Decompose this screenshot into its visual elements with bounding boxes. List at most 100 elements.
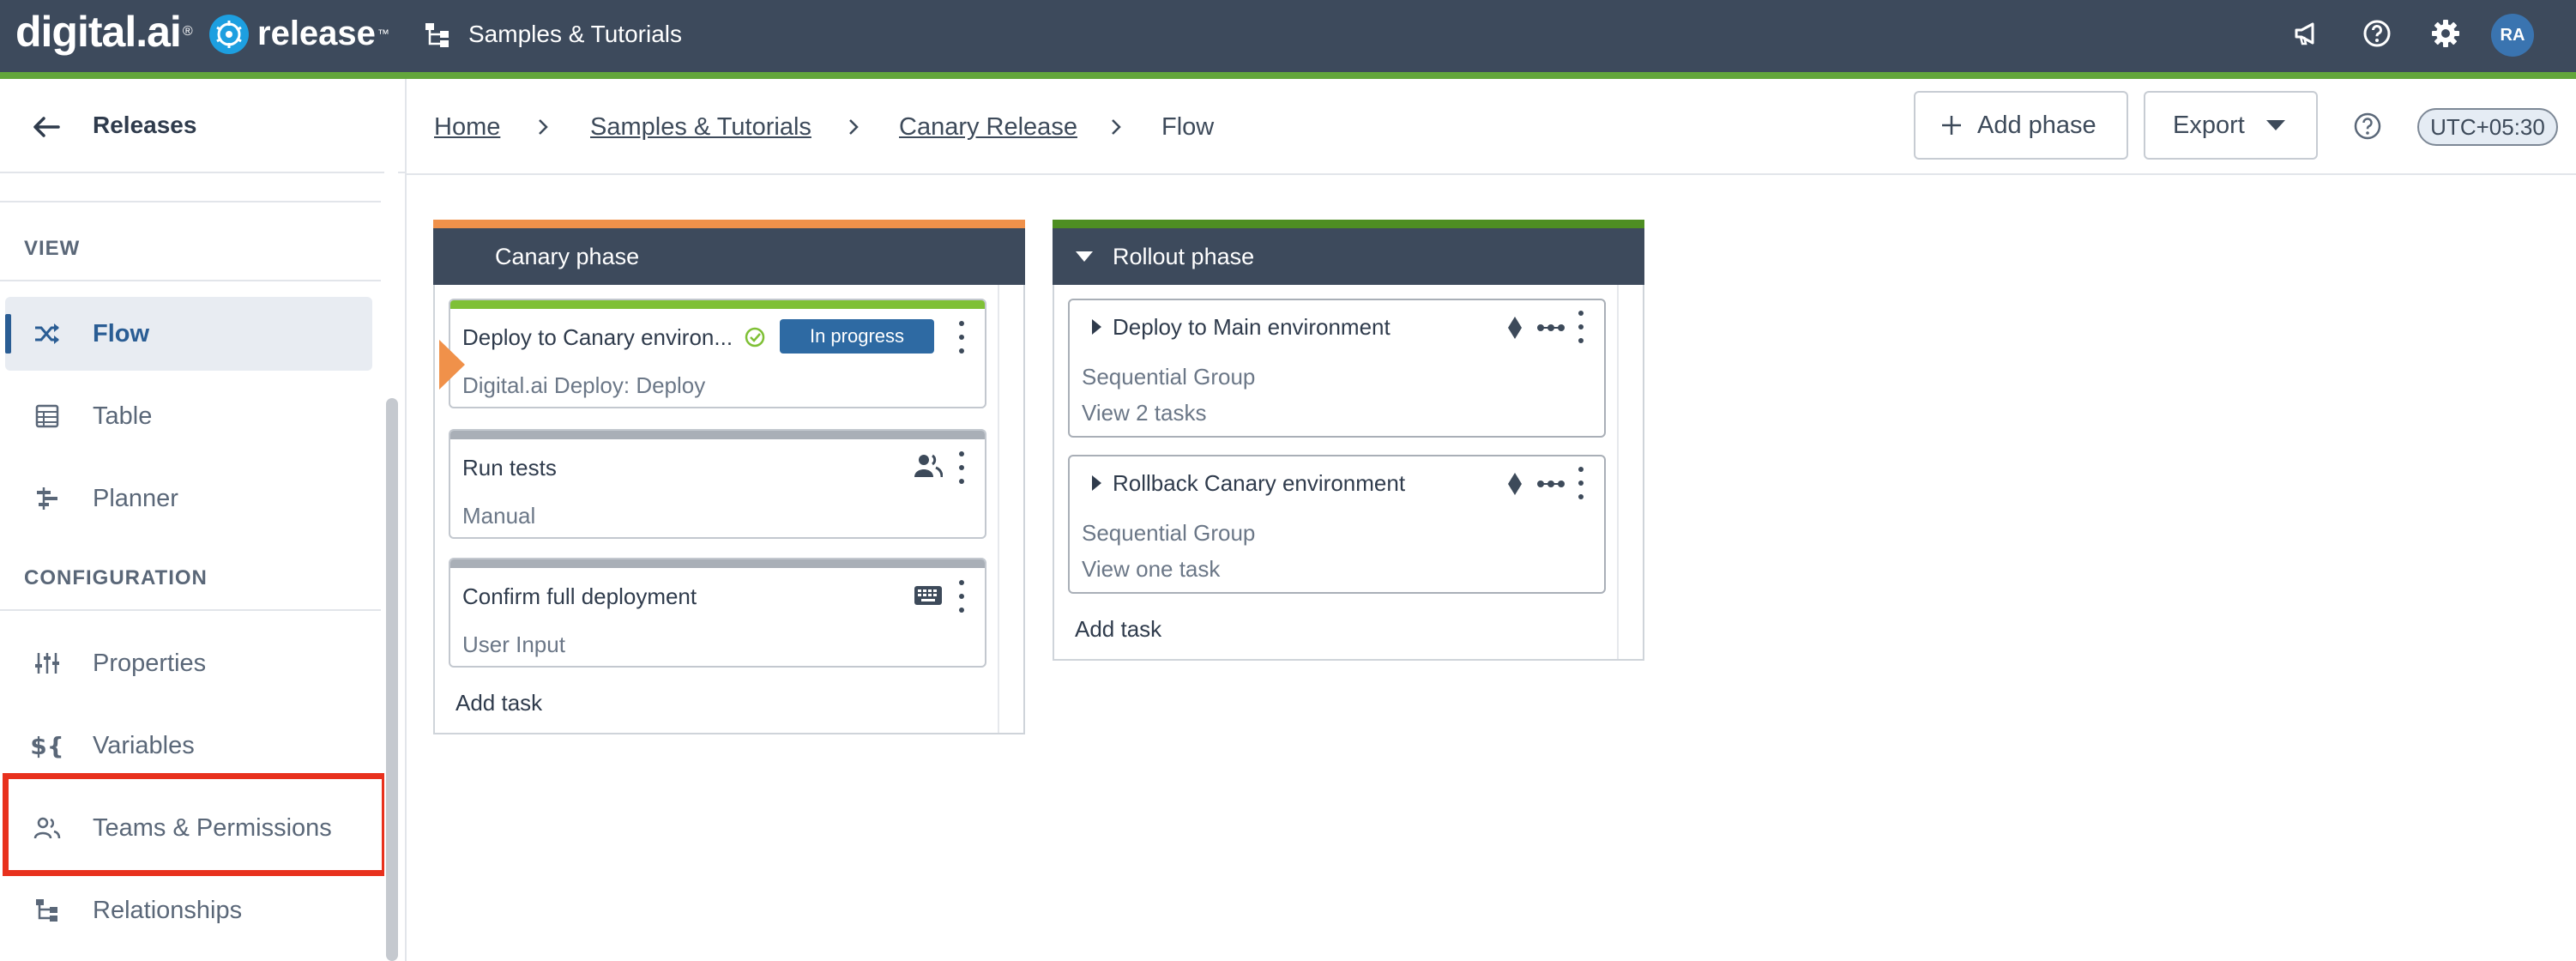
- sidebar-scrollbar-thumb[interactable]: [386, 398, 398, 961]
- sidebar-item-flow[interactable]: Flow: [5, 297, 372, 371]
- breadcrumb-release[interactable]: Canary Release: [899, 110, 1077, 144]
- phase-color-bar: [433, 220, 1025, 228]
- task-status-bar: [450, 431, 985, 439]
- task-card[interactable]: Deploy to Canary environ... In progress …: [449, 299, 986, 408]
- add-phase-label: Add phase: [1977, 111, 2096, 139]
- phase-column: Canary phase Deploy to Canary environ...…: [433, 220, 1025, 734]
- task-card[interactable]: Confirm full deployment User Input: [449, 558, 986, 668]
- plus-icon: [1942, 116, 1961, 135]
- add-phase-button[interactable]: Add phase: [1914, 91, 2128, 160]
- deploy-check-icon: [745, 327, 765, 348]
- sliders-icon: [33, 650, 62, 677]
- task-title[interactable]: Deploy to Main environment: [1113, 314, 1391, 341]
- sidebar-divider: [0, 201, 381, 202]
- more-vert-icon[interactable]: [957, 321, 966, 354]
- diamond-icon: [1508, 317, 1522, 339]
- folder-title[interactable]: Samples & Tutorials: [468, 15, 682, 53]
- sidebar-item-planner[interactable]: Planner: [5, 462, 372, 535]
- sidebar-item-label: Properties: [93, 649, 207, 677]
- sidebar-item-label: Planner: [93, 484, 178, 512]
- status-badge: In progress: [780, 319, 934, 354]
- planner-icon: [33, 485, 62, 512]
- timezone-badge[interactable]: UTC+05:30: [2417, 108, 2558, 146]
- task-type: Digital.ai Deploy: Deploy: [462, 372, 706, 398]
- collapse-caret-icon[interactable]: [1075, 251, 1094, 263]
- task-title[interactable]: Deploy to Canary environ...: [462, 324, 733, 351]
- group-task-card[interactable]: Rollback Canary environment Sequential G…: [1068, 455, 1606, 594]
- sidebar-item-label: Variables: [93, 731, 195, 759]
- more-vert-icon[interactable]: [957, 451, 966, 484]
- add-task-link[interactable]: Add task: [455, 690, 542, 716]
- chevron-right-icon: [1105, 112, 1127, 142]
- variables-icon: ${: [30, 731, 64, 760]
- sidebar-divider: [0, 280, 381, 281]
- sidebar-header: Releases: [0, 79, 407, 173]
- sidebar-divider: [0, 609, 381, 611]
- keyboard-icon: [914, 586, 942, 605]
- more-vert-icon[interactable]: [1577, 467, 1585, 499]
- task-type: Manual: [462, 503, 536, 529]
- add-task-link[interactable]: Add task: [1075, 616, 1161, 643]
- current-task-marker-icon: [439, 340, 465, 390]
- group-task-card[interactable]: Deploy to Main environment Sequential Gr…: [1068, 299, 1606, 438]
- breadcrumb-folder[interactable]: Samples & Tutorials: [590, 110, 811, 144]
- view-tasks-link[interactable]: View one task: [1082, 556, 1220, 583]
- more-vert-icon[interactable]: [1577, 311, 1585, 343]
- shuffle-icon: [33, 320, 62, 348]
- help-icon[interactable]: [2361, 17, 2393, 50]
- back-arrow-icon[interactable]: [31, 112, 62, 142]
- digitalai-logo[interactable]: digital.ai ®: [15, 2, 193, 62]
- view-tasks-link[interactable]: View 2 tasks: [1082, 400, 1206, 426]
- breadcrumb-current: Flow: [1161, 113, 1215, 141]
- chevron-right-icon: [842, 112, 865, 142]
- phase-title[interactable]: Canary phase: [495, 242, 639, 271]
- task-title[interactable]: Rollback Canary environment: [1113, 470, 1405, 497]
- sidebar: Releases VIEW Flow Table Planner CONFIGU…: [0, 79, 407, 961]
- manual-users-icon: [914, 454, 943, 478]
- phase-header[interactable]: Canary phase: [433, 228, 1025, 285]
- sidebar-item-properties[interactable]: Properties: [5, 626, 372, 700]
- task-status-bar: [450, 559, 985, 568]
- more-vert-icon[interactable]: [957, 580, 966, 613]
- chevron-right-icon: [532, 112, 554, 142]
- phase-header[interactable]: Rollout phase: [1053, 228, 1644, 285]
- sidebar-item-variables[interactable]: ${ Variables: [5, 709, 372, 783]
- announcement-icon[interactable]: [2290, 17, 2323, 50]
- phase-title[interactable]: Rollout phase: [1113, 242, 1254, 271]
- task-type: Sequential Group: [1082, 364, 1256, 390]
- export-button[interactable]: Export: [2144, 91, 2318, 160]
- expand-caret-icon[interactable]: [1092, 475, 1101, 491]
- sidebar-item-relationships[interactable]: Relationships: [5, 873, 372, 947]
- table-icon: [33, 402, 62, 430]
- sidebar-item-label: Flow: [93, 319, 150, 348]
- user-avatar[interactable]: RA: [2491, 14, 2534, 57]
- task-title[interactable]: Run tests: [462, 455, 557, 481]
- phase-scrollbar[interactable]: [998, 285, 1023, 733]
- release-logo-text[interactable]: release ™: [257, 3, 389, 63]
- task-status-bar: [450, 300, 985, 309]
- sequential-dots-icon: [1537, 480, 1565, 487]
- variables-highlight-box: [3, 773, 388, 876]
- page-help-icon[interactable]: [2351, 110, 2384, 142]
- phase-column: Rollout phase Deploy to Main environment…: [1053, 220, 1644, 661]
- sidebar-title[interactable]: Releases: [93, 108, 196, 142]
- sequential-dots-icon: [1537, 324, 1565, 331]
- diamond-icon: [1508, 473, 1522, 495]
- topbar-accent-line: [0, 72, 2576, 79]
- task-card[interactable]: Run tests Manual: [449, 429, 986, 539]
- sidebar-item-label: Table: [93, 402, 153, 430]
- task-type: Sequential Group: [1082, 520, 1256, 546]
- task-title[interactable]: Confirm full deployment: [462, 583, 697, 610]
- export-label: Export: [2173, 111, 2245, 139]
- expand-caret-icon[interactable]: [1092, 319, 1101, 335]
- settings-gear-icon[interactable]: [2429, 17, 2462, 50]
- sidebar-item-table[interactable]: Table: [5, 379, 372, 453]
- top-navbar: digital.ai ® release ™ Samples & Tutorials: [0, 0, 2576, 72]
- phase-color-bar: [1053, 220, 1644, 228]
- folder-hierarchy-icon: [424, 21, 451, 48]
- breadcrumb-home[interactable]: Home: [434, 110, 500, 144]
- phase-scrollbar[interactable]: [1617, 285, 1643, 659]
- caret-down-icon: [2265, 120, 2285, 130]
- section-view: VIEW: [24, 237, 81, 260]
- hierarchy-icon: [33, 897, 62, 924]
